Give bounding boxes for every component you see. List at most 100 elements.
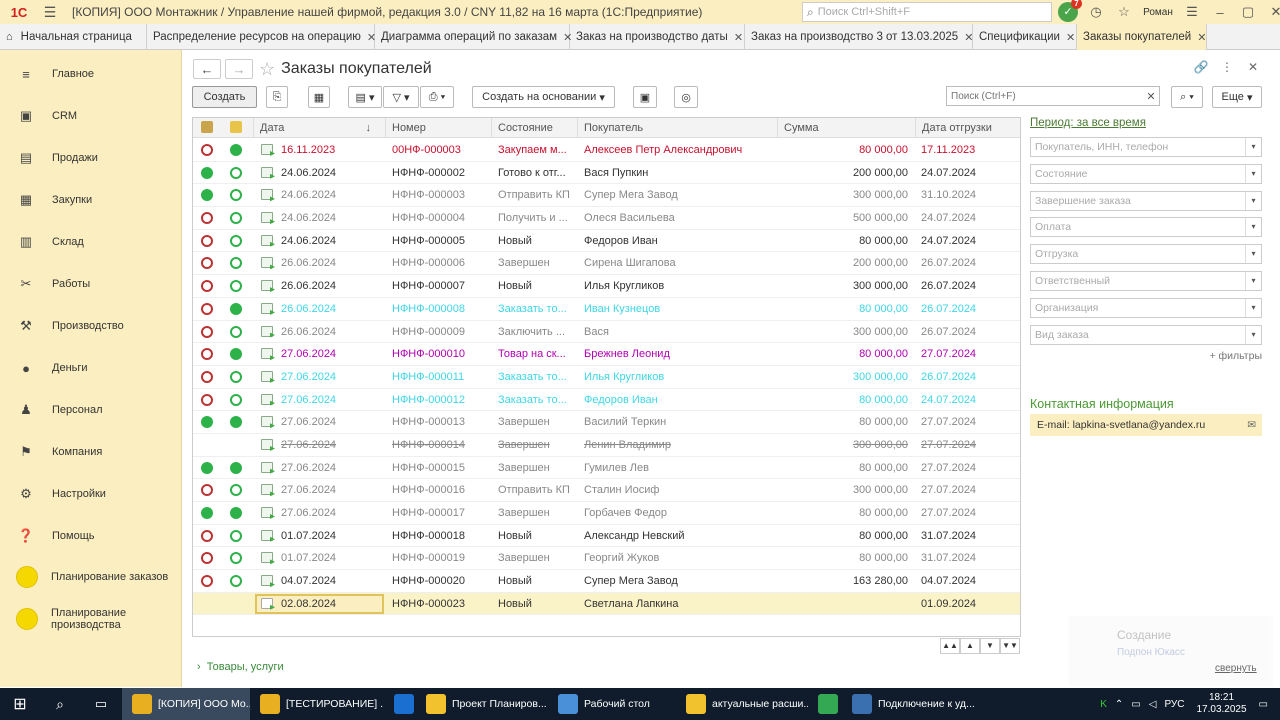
filter-icon[interactable]: ▽ ▾ (383, 86, 419, 108)
taskbar-item[interactable] (808, 688, 842, 720)
search-field[interactable] (947, 87, 1143, 105)
contact-email[interactable]: E-mail: lapkina-svetlana@yandex.ru ✉ (1030, 414, 1262, 437)
table-row[interactable]: 24.06.2024 НФНФ-000004 Получить и ... Олеся… (193, 207, 1020, 230)
close-tab-icon[interactable]: ✕ (1197, 31, 1206, 44)
taskbar-item[interactable]: Подключение к уд... (842, 688, 978, 720)
close-tab-icon[interactable]: ✕ (1066, 31, 1075, 44)
collapse-link[interactable]: свернуть (1215, 663, 1257, 674)
sidebar-item-production-planning[interactable]: Планирование производства (0, 606, 182, 632)
tab-home[interactable]: ⌂ Начальная страница (0, 24, 147, 50)
taskbar-item[interactable]: Рабочий стол (548, 688, 676, 720)
table-row[interactable]: 27.06.2024 НФНФ-000017 Завершен Горбачев Фе… (193, 502, 1020, 525)
table-row[interactable]: 27.06.2024 НФНФ-000016 Отправить КП Сталин … (193, 479, 1020, 502)
back-button[interactable]: ← (193, 59, 221, 79)
settings-icon[interactable]: ◎ (674, 86, 698, 108)
status-box-icon[interactable] (201, 121, 213, 133)
search-button[interactable]: ⌕ ▾ (1171, 86, 1203, 108)
copy-icon[interactable]: ⎘ (266, 86, 288, 108)
notifications-icon[interactable]: ✓ 7 (1058, 0, 1082, 22)
table-row[interactable]: 26.06.2024 НФНФ-000009 Заключить ... Вася 30… (193, 321, 1020, 344)
table-row[interactable]: 27.06.2024 НФНФ-000010 Товар на ск... Брежн… (193, 343, 1020, 366)
user-name[interactable]: Роман (1138, 7, 1178, 18)
tab-specifications[interactable]: Спецификации ✕ (973, 24, 1077, 50)
table-row[interactable]: 27.06.2024 НФНФ-000014 Завершен Ленин Влади… (193, 434, 1020, 457)
list-search-input[interactable]: ✕ (946, 86, 1160, 106)
taskbar-item[interactable] (384, 688, 416, 720)
filter-field[interactable]: Ответственный ▾ (1030, 270, 1262, 291)
col-date[interactable]: Дата ↓ (253, 118, 379, 138)
filter-field[interactable]: Состояние ▾ (1030, 163, 1262, 184)
dropdown-icon[interactable]: ▾ (1245, 271, 1261, 290)
documents-menu-icon[interactable]: ▤ ▾ (348, 86, 382, 108)
table-row[interactable]: 24.06.2024 НФНФ-000003 Отправить КП Супер М… (193, 184, 1020, 208)
tab-production-order-3[interactable]: Заказ на производство 3 от 13.03.2025 ✕ (745, 24, 973, 50)
table-row[interactable]: 24.06.2024 НФНФ-000002 Готово к отг... Вася… (193, 162, 1020, 185)
notification-toast[interactable]: Создание Подпон Юкасс (1069, 616, 1273, 686)
tab-resource-distribution[interactable]: Распределение ресурсов на операцию ✕ (147, 24, 376, 50)
scroll-down-icon[interactable]: ▼ (980, 638, 1000, 654)
minimize-icon[interactable]: – (1206, 5, 1234, 20)
global-search-input[interactable]: ⌕ Поиск Ctrl+Shift+F (802, 2, 1052, 22)
tab-customer-orders[interactable]: Заказы покупателей ✕ (1077, 24, 1207, 50)
sidebar-item-money[interactable]: ● Деньги (0, 358, 182, 378)
taskbar-search-icon[interactable]: ⌕ (40, 688, 80, 720)
kaspersky-icon[interactable]: K (1100, 699, 1107, 710)
table-row[interactable]: 27.06.2024 НФНФ-000011 Заказать то... Илья … (193, 366, 1020, 389)
sidebar-item-settings[interactable]: ⚙ Настройки (0, 484, 182, 504)
language-indicator[interactable]: РУС (1164, 699, 1184, 710)
network-icon[interactable]: ▭ (1131, 699, 1140, 710)
favorite-star-icon[interactable]: ☆ (259, 59, 275, 80)
table-row[interactable]: 26.06.2024 НФНФ-000008 Заказать то... Иван … (193, 298, 1020, 321)
table-row[interactable]: 01.07.2024 НФНФ-000019 Завершен Георгий Жук… (193, 547, 1020, 571)
link-icon[interactable]: 🔗 (1188, 60, 1214, 74)
sidebar-item-help[interactable]: ❓ Помощь (0, 526, 182, 546)
volume-icon[interactable]: ◁ (1149, 699, 1157, 710)
sidebar-item-order-planning[interactable]: Планирование заказов (0, 565, 182, 589)
filter-field[interactable]: Отгрузка ▾ (1030, 244, 1262, 265)
sidebar-item-warehouse[interactable]: ▥ Склад (0, 232, 182, 252)
more-filters-link[interactable]: + фильтры (1030, 350, 1262, 362)
settings-menu-icon[interactable]: ☰ (1178, 4, 1206, 20)
close-window-icon[interactable]: ✕ (1262, 4, 1280, 20)
windows-start-icon[interactable]: ⊞ (0, 688, 40, 720)
more-button[interactable]: Еще ▾ (1212, 86, 1262, 108)
dropdown-icon[interactable]: ▾ (1245, 138, 1261, 156)
table-row[interactable]: 26.06.2024 НФНФ-000006 Завершен Сирена Шига… (193, 252, 1020, 276)
payment-box-icon[interactable] (230, 121, 242, 133)
taskbar-item[interactable]: Проект Планиров... (416, 688, 548, 720)
forward-button[interactable]: → (225, 59, 253, 79)
dropdown-icon[interactable]: ▾ (1245, 325, 1261, 344)
create-button[interactable]: Создать (192, 86, 257, 108)
table-row[interactable]: 02.08.2024 НФНФ-000023 Новый Светлана Лапки… (193, 592, 1020, 616)
col-ship-date[interactable]: Дата отгрузки (915, 118, 1020, 138)
col-number[interactable]: Номер (385, 118, 491, 138)
dropdown-icon[interactable]: ▾ (1245, 191, 1261, 210)
calendar-icon[interactable]: ▦ (308, 86, 330, 108)
period-link[interactable]: Период: за все время (1030, 117, 1262, 129)
table-row[interactable]: 26.06.2024 НФНФ-000007 Новый Илья Кругликов… (193, 275, 1020, 298)
maximize-icon[interactable]: ▢ (1234, 4, 1262, 20)
scroll-bottom-icon[interactable]: ▼▼ (1000, 638, 1020, 654)
table-row[interactable]: 04.07.2024 НФНФ-000020 Новый Супер Мега Зав… (193, 570, 1020, 593)
col-sum[interactable]: Сумма (777, 118, 915, 138)
print-icon[interactable]: ⎙ ▾ (420, 86, 454, 108)
sidebar-item-crm[interactable]: ▣ CRM (0, 106, 182, 126)
history-icon[interactable]: ◷ (1082, 4, 1110, 20)
taskbar-item[interactable]: актуальные расши... (676, 688, 808, 720)
dropdown-icon[interactable]: ▾ (1245, 218, 1261, 237)
dropdown-icon[interactable]: ▾ (1245, 245, 1261, 264)
task-view-icon[interactable]: ▭ (80, 688, 122, 720)
main-menu-icon[interactable]: ☰ (38, 4, 62, 21)
col-state[interactable]: Состояние (491, 118, 577, 138)
dropdown-icon[interactable]: ▾ (1245, 298, 1261, 317)
more-vert-icon[interactable]: ⋮ (1214, 60, 1240, 74)
close-form-icon[interactable]: ✕ (1240, 60, 1266, 74)
dropdown-icon[interactable]: ▾ (1245, 164, 1261, 183)
table-row[interactable]: 16.11.2023 00НФ-000003 Закупаем м... Алексе… (193, 139, 1020, 162)
clear-search-icon[interactable]: ✕ (1143, 90, 1159, 103)
structure-icon[interactable]: ▣ (633, 86, 657, 108)
favorites-icon[interactable]: ☆ (1110, 4, 1138, 20)
sidebar-item-sales[interactable]: ▤ Продажи (0, 148, 182, 168)
tray-chevron-icon[interactable]: ⌃ (1115, 699, 1123, 710)
filter-field[interactable]: Завершение заказа ▾ (1030, 190, 1262, 211)
